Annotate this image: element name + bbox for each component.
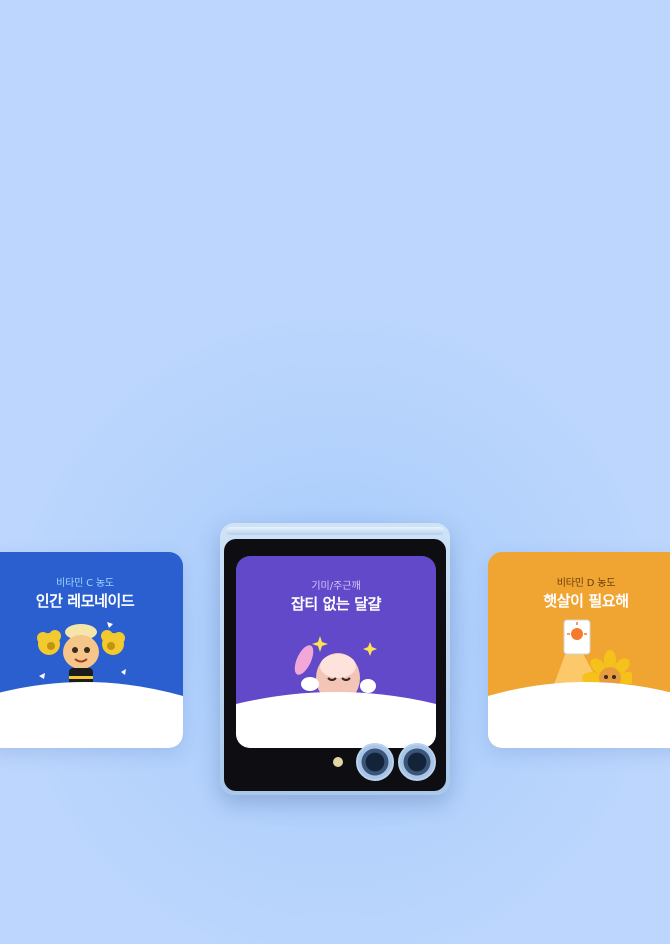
card-wave [488, 682, 670, 748]
card-title: 햇살이 필요해 [543, 592, 629, 610]
card-subtitle: 비타민 C 농도 [56, 578, 114, 589]
cover-screen-card[interactable]: 기미/주근깨 잡티 없는 달걀 [236, 556, 436, 748]
sparkle-icon [312, 636, 328, 652]
card-wave [0, 682, 183, 748]
vitamin-c-card[interactable]: 비타민 C 농도 인간 레모네이드 [0, 552, 183, 748]
card-subtitle: 기미/주근깨 [311, 581, 361, 592]
card-subtitle: 비타민 D 농도 [556, 578, 616, 589]
phone-hinge [226, 527, 444, 535]
camera-lens [356, 743, 394, 781]
card-title: 잡티 없는 달걀 [290, 595, 382, 613]
sparkle-icon [363, 642, 377, 656]
card-title: 인간 레모네이드 [35, 592, 135, 610]
camera-lens [398, 743, 436, 781]
flip-phone: 기미/주근깨 잡티 없는 달걀 [220, 523, 450, 795]
card-wave [236, 692, 436, 748]
vitamin-d-card[interactable]: 비타민 D 농도 햇살이 필요해 [488, 552, 670, 748]
camera-flash [333, 757, 343, 767]
